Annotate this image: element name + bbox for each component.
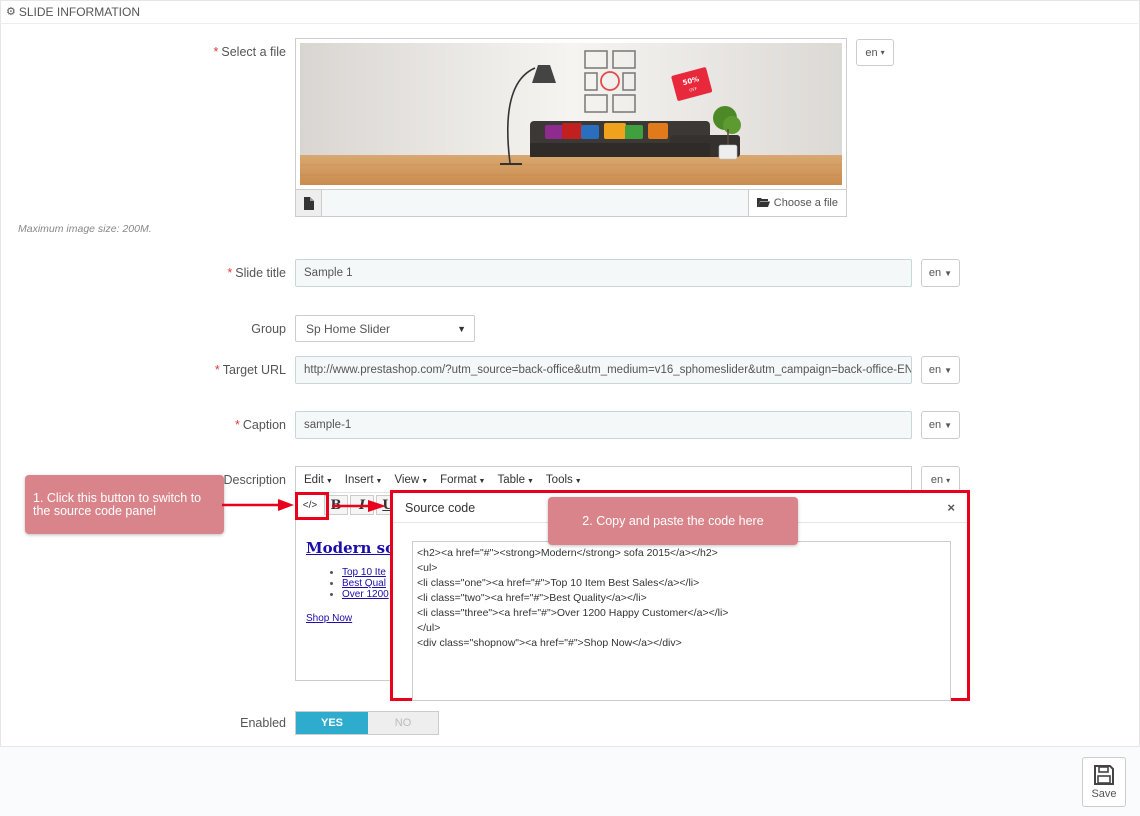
toggle-no[interactable]: NO — [368, 712, 438, 734]
slide-image: 50% OFF — [300, 43, 842, 185]
arrow-annotations — [222, 499, 386, 512]
source-code-textarea[interactable]: <h2><a href="#"><strong>Modern</strong> … — [412, 541, 951, 701]
cogs-icon: ⚙ — [6, 6, 16, 18]
modal-title: Source code — [405, 500, 476, 515]
menu-table[interactable]: Table ▼ — [497, 474, 533, 486]
close-icon[interactable]: × — [947, 500, 955, 515]
callout-step-2: 2. Copy and paste the code here — [548, 497, 798, 545]
choose-file-button[interactable]: Choose a file — [747, 190, 846, 216]
lang-select-file[interactable]: en ▾ — [856, 39, 894, 66]
menu-view[interactable]: View ▼ — [394, 474, 428, 486]
group-label: Group — [251, 322, 286, 336]
callout-step-1: 1. Click this button to switch to the so… — [25, 475, 224, 534]
menu-tools[interactable]: Tools ▼ — [546, 474, 582, 486]
file-input-bar[interactable]: Choose a file — [295, 189, 847, 217]
slide-title-input[interactable]: Sample 1 — [295, 259, 912, 287]
enabled-toggle[interactable]: YES NO — [295, 711, 439, 735]
caption-label: * Caption — [235, 418, 286, 432]
caret-down-icon: ▼ — [944, 268, 953, 278]
caret-down-icon: ▼ — [457, 323, 466, 334]
target-url-input[interactable]: http://www.prestashop.com/?utm_source=ba… — [295, 356, 912, 384]
caret-down-icon: ▼ — [944, 420, 953, 430]
slide-image-preview: 50% OFF — [295, 38, 847, 190]
menu-insert[interactable]: Insert ▼ — [345, 474, 383, 486]
slide-title-label: * Slide title — [227, 266, 286, 280]
panel-title: SLIDE INFORMATION — [18, 4, 140, 19]
panel-heading: ⚙ SLIDE INFORMATION — [0, 0, 1140, 24]
folder-open-icon — [756, 197, 770, 210]
toggle-yes[interactable]: YES — [296, 712, 368, 734]
file-icon — [296, 190, 322, 216]
caption-input[interactable]: sample-1 — [295, 411, 912, 439]
menu-edit[interactable]: Edit ▼ — [304, 474, 333, 486]
max-size-hint: Maximum image size: 200M. — [18, 223, 152, 235]
group-select[interactable]: Sp Home Slider ▼ — [295, 315, 475, 342]
caret-down-icon: ▾ — [880, 48, 885, 57]
save-button[interactable]: Save — [1082, 757, 1126, 807]
lang-caption[interactable]: en ▼ — [921, 411, 960, 439]
caret-down-icon: ▾ — [946, 475, 951, 485]
panel-footer — [0, 746, 1140, 816]
caret-down-icon: ▼ — [944, 365, 953, 375]
floppy-disk-icon — [1094, 765, 1114, 785]
select-file-label: * Select a file — [213, 45, 287, 59]
enabled-label: Enabled — [240, 716, 286, 730]
lang-target-url[interactable]: en ▼ — [921, 356, 960, 384]
target-url-label: * Target URL — [214, 363, 286, 377]
preview-shop-now-link[interactable]: Shop Now — [306, 613, 352, 624]
lang-slide-title[interactable]: en ▼ — [921, 259, 960, 287]
menu-format[interactable]: Format ▼ — [440, 474, 485, 486]
